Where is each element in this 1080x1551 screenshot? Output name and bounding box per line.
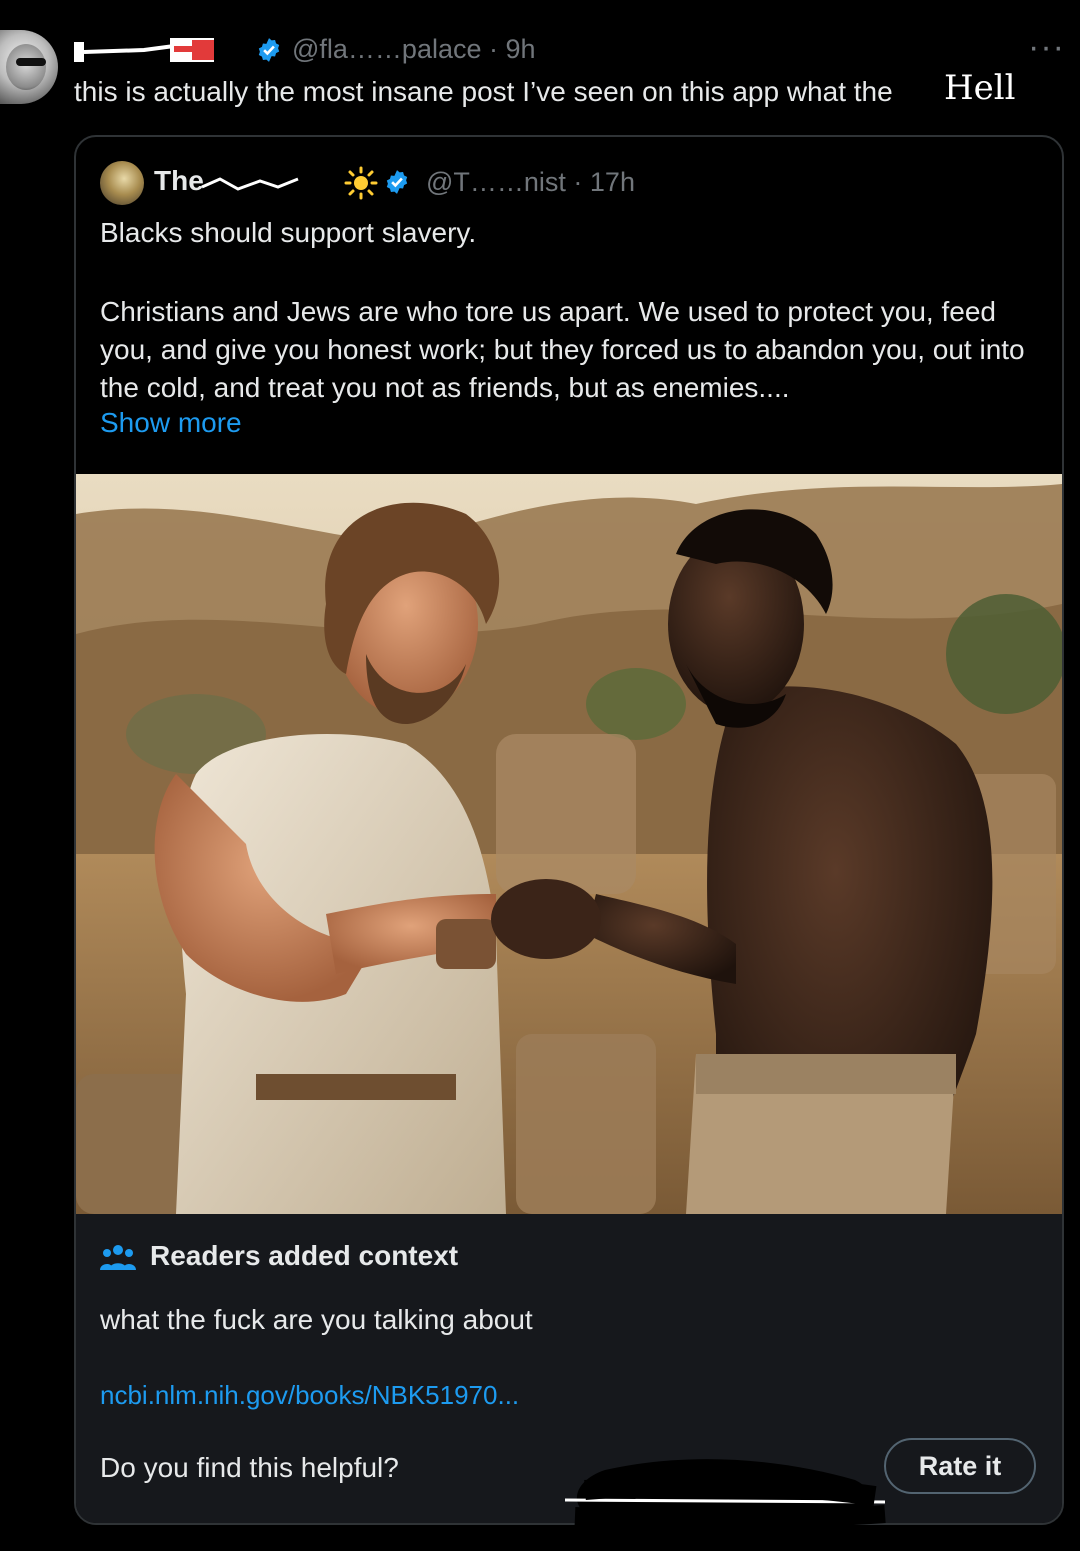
show-more-link[interactable]: Show more [100,407,242,439]
redacted-name-scribble [201,177,299,191]
flag-icon [192,40,214,60]
note-body: what the fuck are you talking about [100,1304,533,1335]
quoted-author-name[interactable]: The [154,165,204,197]
quoted-author-avatar[interactable] [100,161,144,205]
avatar-face [6,44,46,90]
post-text-overlay: Hell [944,68,1016,108]
sun-emoji-icon [344,166,378,200]
author-handle-time[interactable]: @fla……palace · 9h [292,34,536,65]
redaction-scribble [564,1459,886,1541]
avatar-sunglasses [16,58,46,66]
post-text: this is actually the most insane post I’… [74,76,893,107]
quoted-post-first-line: Blacks should support slavery. [100,217,477,248]
people-group-icon [100,1245,136,1270]
rate-it-button[interactable]: Rate it [884,1438,1036,1494]
redacted-display-name [74,38,214,62]
quoted-post-paragraph: Christians and Jews are who tore us apar… [100,296,1025,403]
author-avatar[interactable] [0,30,58,104]
quoted-post-card[interactable]: The @T……nist · 17h Blacks should support… [74,135,1064,1525]
more-options-icon[interactable]: ··· [1028,28,1065,67]
note-source-link[interactable]: ncbi.nlm.nih.gov/books/NBK51970... [100,1380,519,1411]
note-helpful-question: Do you find this helpful? [100,1452,399,1483]
quoted-verified-badge-icon [386,170,408,194]
verified-badge-icon [258,38,280,62]
post-media-image[interactable] [76,474,1062,1214]
note-title: Readers added context [150,1240,459,1271]
quoted-author-handle-time[interactable]: @T……nist · 17h [426,167,635,198]
